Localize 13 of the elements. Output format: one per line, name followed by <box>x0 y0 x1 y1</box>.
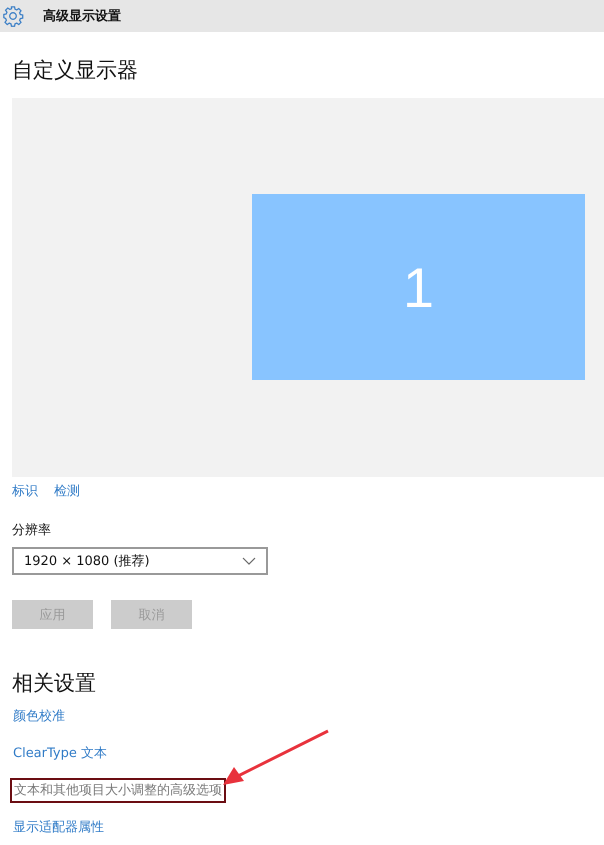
settings-icon <box>2 5 24 27</box>
resolution-dropdown[interactable]: 1920 × 1080 (推荐) <box>12 547 268 575</box>
caret-icon <box>242 557 256 565</box>
link[interactable]: 文本和其他项目大小调整的高级选项 <box>10 778 226 803</box>
section-heading: 相关设置 <box>12 670 97 697</box>
link[interactable]: ClearType 文本 <box>10 744 110 763</box>
link[interactable]: 标识 <box>12 482 38 500</box>
link[interactable]: 显示适配器属性 <box>10 818 107 837</box>
field-label: 分辨率 <box>12 522 52 539</box>
link[interactable]: 检测 <box>54 482 80 500</box>
link[interactable]: 颜色校准 <box>10 707 68 726</box>
page-heading: 自定义显示器 <box>12 57 139 84</box>
window-title: 高级显示设置 <box>43 8 121 25</box>
